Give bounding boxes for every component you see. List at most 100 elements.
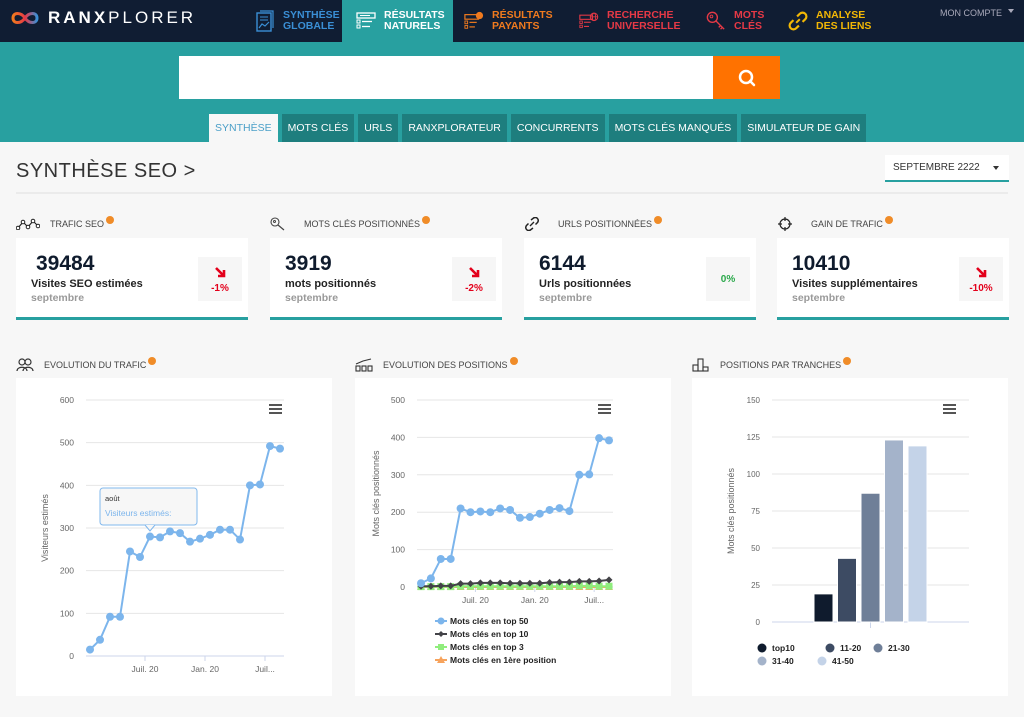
data-point[interactable] xyxy=(456,504,465,513)
data-point[interactable] xyxy=(86,645,94,654)
info-icon[interactable] xyxy=(148,357,157,365)
data-point[interactable] xyxy=(166,527,174,536)
data-point[interactable] xyxy=(417,579,425,588)
legend-item[interactable]: 11-20 xyxy=(825,643,862,653)
data-point[interactable] xyxy=(565,507,574,516)
account-menu[interactable]: MON COMPTE xyxy=(940,8,1002,18)
data-point[interactable] xyxy=(486,508,495,517)
kpi-label: mots positionnés xyxy=(285,278,377,290)
data-point[interactable] xyxy=(446,554,455,563)
data-point[interactable] xyxy=(585,470,594,479)
nav-item-synthese-globale[interactable]: SYNTHÈSE GLOBALE xyxy=(249,0,342,42)
tab-simulateur-de-gain[interactable]: SIMULATEUR DE GAIN xyxy=(741,114,867,142)
period-select-value: SEPTEMBRE 2222 xyxy=(893,162,980,173)
data-point[interactable] xyxy=(515,513,524,522)
search-button[interactable] xyxy=(713,56,780,99)
tab-synthese[interactable]: SYNTHÈSE xyxy=(209,114,278,142)
data-point[interactable] xyxy=(545,505,554,514)
legend-item[interactable]: 41-50 xyxy=(817,656,855,666)
bar-top10[interactable] xyxy=(813,593,834,623)
data-point[interactable] xyxy=(236,535,244,544)
tab-concurrents[interactable]: CONCURRENTS xyxy=(510,114,605,142)
arrow-down-right-icon xyxy=(975,265,987,283)
tab-urls[interactable]: URLS xyxy=(358,114,399,142)
data-point[interactable] xyxy=(226,525,234,534)
data-point[interactable] xyxy=(106,612,114,621)
data-point[interactable] xyxy=(575,470,584,479)
bar-41-50[interactable] xyxy=(907,445,928,623)
bar-31-40[interactable] xyxy=(884,439,904,623)
y-tick-label: 100 xyxy=(391,545,405,555)
legend-item[interactable]: Mots clés en top 50 xyxy=(435,616,529,626)
data-point[interactable] xyxy=(136,553,144,562)
info-icon[interactable] xyxy=(843,357,852,365)
data-point[interactable] xyxy=(96,635,104,644)
legend-item[interactable]: Mots clés en top 3 xyxy=(435,642,524,652)
info-icon[interactable] xyxy=(509,357,518,365)
info-icon[interactable] xyxy=(106,216,115,224)
kpi-title: URLS POSITIONNÉES xyxy=(558,219,653,229)
data-point[interactable] xyxy=(555,504,564,513)
data-point[interactable] xyxy=(196,534,204,543)
legend-item[interactable]: Mots clés en 1ère position xyxy=(435,655,556,665)
data-point[interactable] xyxy=(246,481,254,490)
legend-label: 11-20 xyxy=(840,643,862,653)
data-point[interactable] xyxy=(605,436,613,445)
tranches-section-header: POSITIONS PAR TRANCHES xyxy=(692,357,852,373)
bar-21-30[interactable] xyxy=(860,492,881,623)
data-point[interactable] xyxy=(116,612,124,621)
report-icon xyxy=(255,10,275,32)
search-input[interactable] xyxy=(179,56,714,99)
chart-menu-icon[interactable] xyxy=(269,404,282,414)
kpi-title: MOTS CLÉS POSITIONNÉS xyxy=(304,219,421,229)
legend-item[interactable]: 21-30 xyxy=(873,643,911,653)
legend-item[interactable]: Mots clés en top 10 xyxy=(435,629,529,639)
nav-item-resultats-naturels[interactable]: RÉSULTATS NATURELS xyxy=(342,0,453,42)
nav-item-mots-cles[interactable]: MOTS CLÉS xyxy=(700,0,775,42)
info-icon[interactable] xyxy=(884,216,893,224)
data-point[interactable] xyxy=(605,576,613,584)
chart-menu-icon[interactable] xyxy=(943,404,956,414)
info-icon[interactable] xyxy=(422,216,431,224)
chart-menu-icon[interactable] xyxy=(598,404,611,414)
brand-name: RANXPLORER xyxy=(48,8,197,27)
brand-logo[interactable]: RANXPLORER xyxy=(10,8,196,28)
data-point[interactable] xyxy=(186,537,194,546)
data-point[interactable] xyxy=(605,582,613,590)
arrow-down-right-icon xyxy=(214,265,226,283)
bar-11-20[interactable] xyxy=(837,557,857,623)
data-point[interactable] xyxy=(256,480,264,489)
legend-item[interactable]: 31-40 xyxy=(757,656,795,666)
period-select[interactable]: SEPTEMBRE 2222 xyxy=(885,155,1009,182)
data-point[interactable] xyxy=(466,508,475,517)
data-point[interactable] xyxy=(266,442,274,451)
data-point[interactable] xyxy=(126,547,134,556)
data-point[interactable] xyxy=(525,513,534,522)
data-point[interactable] xyxy=(476,507,485,516)
nav-item-label: RECHERCHE UNIVERSELLE xyxy=(607,9,681,32)
kpi-card-mots-cles-positionnes: 3919 mots positionnés septembre -2% xyxy=(270,238,502,320)
data-point[interactable] xyxy=(506,505,515,514)
tab-mots-cles[interactable]: MOTS CLÉS xyxy=(281,114,355,142)
legend-item[interactable]: top10 xyxy=(757,643,795,653)
account-caret-icon[interactable] xyxy=(1008,9,1014,13)
data-point[interactable] xyxy=(206,530,214,539)
data-point[interactable] xyxy=(156,533,164,542)
tooltip-label: Visiteurs estimés: xyxy=(105,508,171,518)
data-point[interactable] xyxy=(535,509,544,518)
info-icon[interactable] xyxy=(654,216,663,224)
nav-item-resultats-payants[interactable]: RÉSULTATS PAYANTS xyxy=(458,0,568,42)
data-point[interactable] xyxy=(426,574,435,583)
tab-mots-cles-manques[interactable]: MOTS CLÉS MANQUÉS xyxy=(608,114,738,142)
data-point[interactable] xyxy=(176,529,184,538)
data-point[interactable] xyxy=(436,554,445,563)
nav-item-recherche-universelle[interactable]: RECHERCHE UNIVERSELLE xyxy=(573,0,693,42)
nav-item-analyse-des-liens[interactable]: ANALYSE DES LIENS xyxy=(782,0,882,42)
data-point[interactable] xyxy=(595,434,604,443)
data-point[interactable] xyxy=(146,532,154,541)
data-point[interactable] xyxy=(216,525,224,534)
top-navigation-bar: RANXPLORER SYNTHÈSE GLOBALE RÉSULTATS NATUR… xyxy=(0,0,1024,42)
tab-ranxplorateur[interactable]: RANXPLORATEUR xyxy=(402,114,507,142)
data-point[interactable] xyxy=(276,444,284,453)
data-point[interactable] xyxy=(496,504,505,513)
